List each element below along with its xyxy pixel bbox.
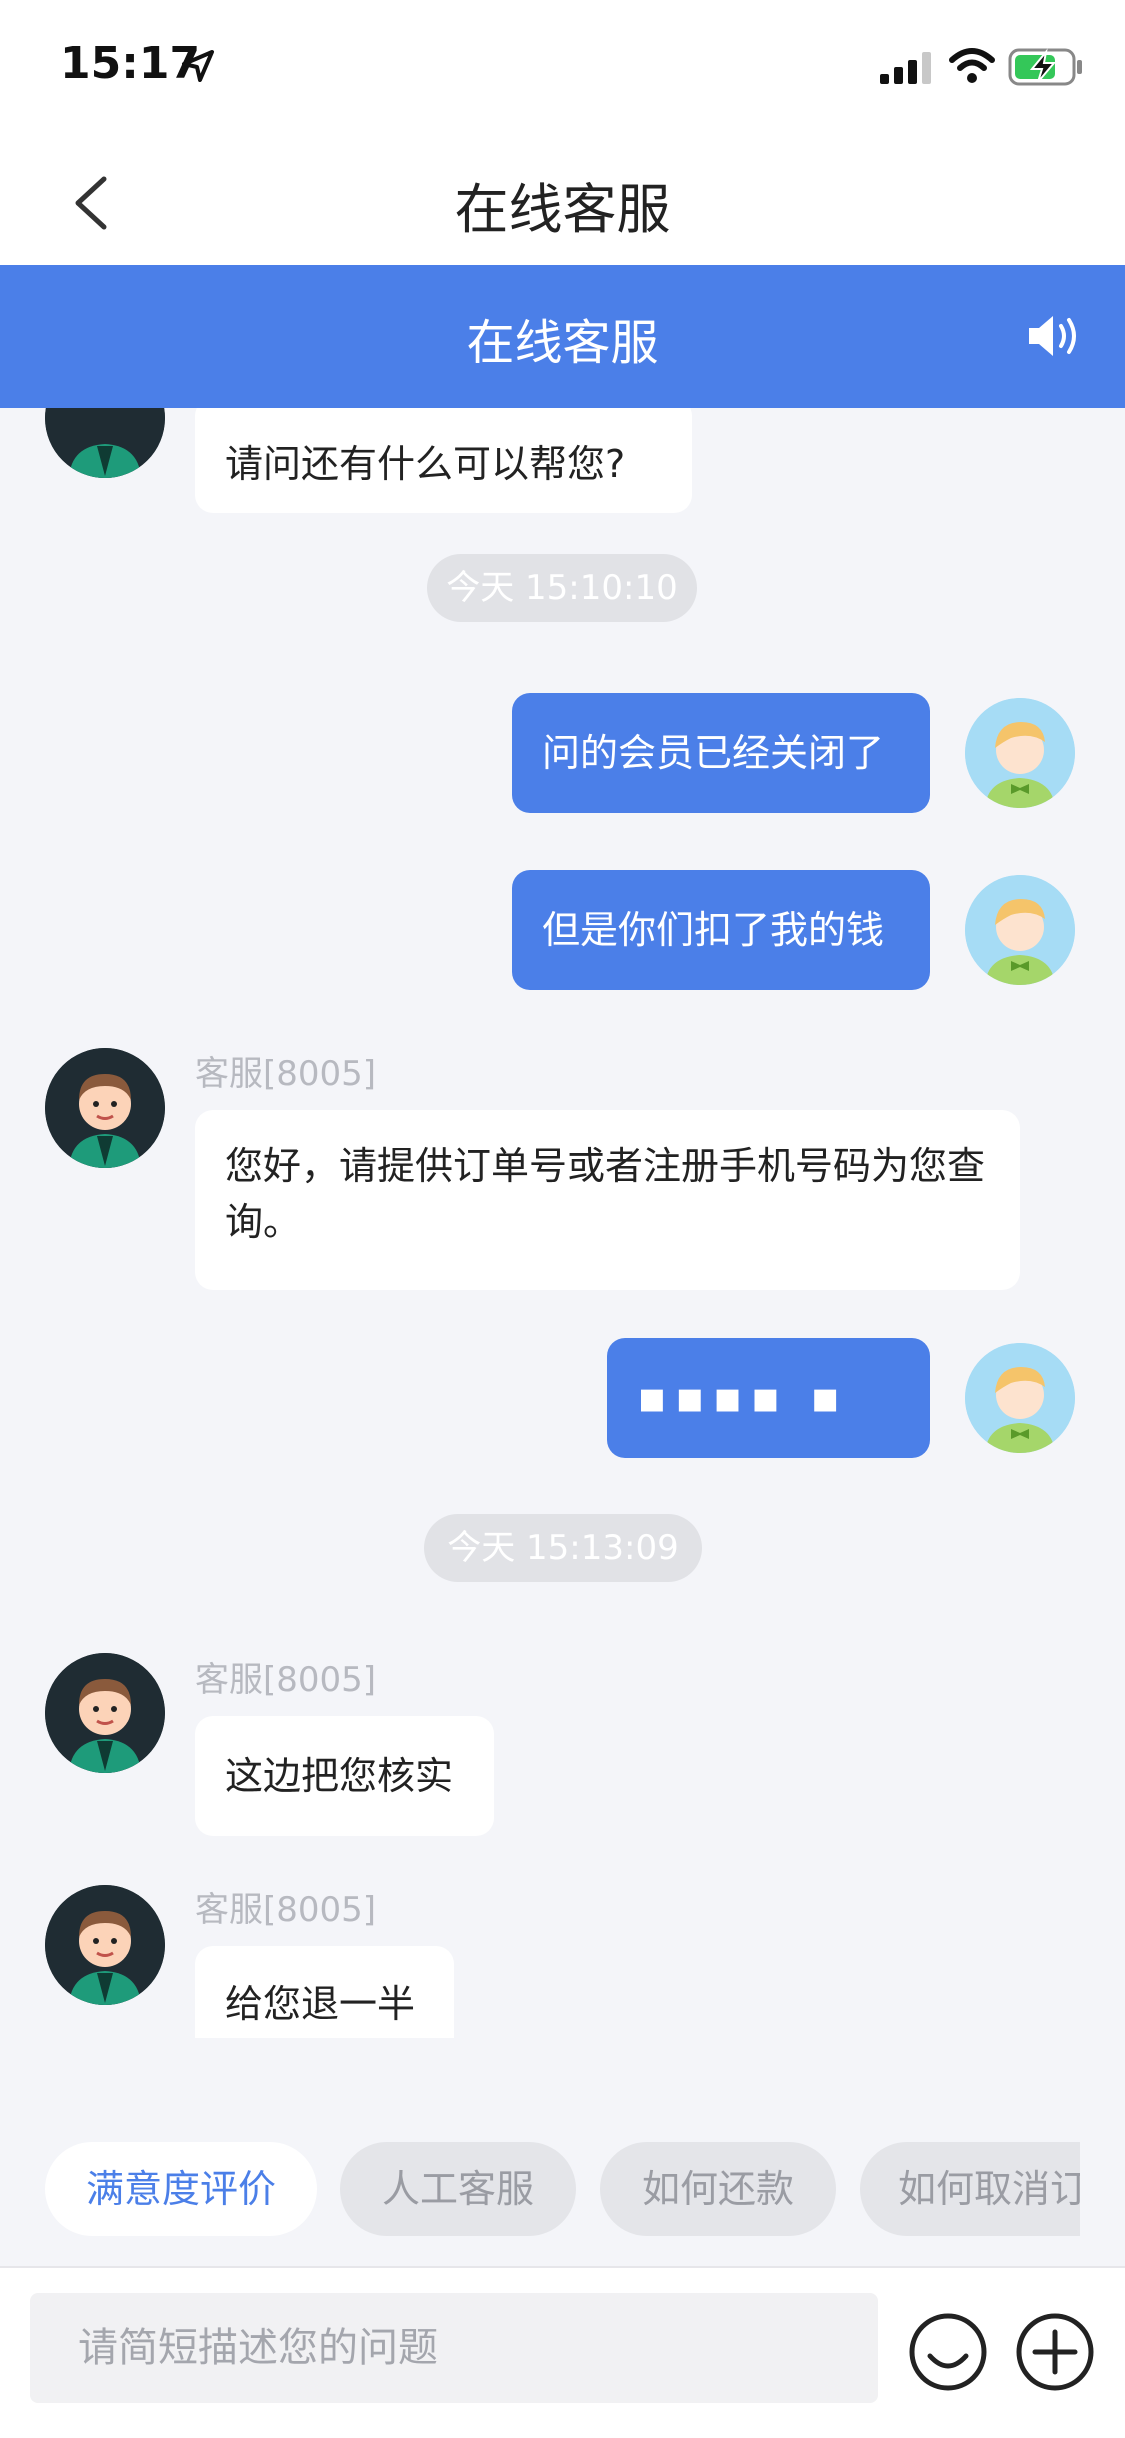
- user-avatar: [965, 698, 1075, 808]
- agent-avatar: [45, 1048, 165, 1168]
- message-bubble-user-redacted: ▪▪▪▪ ▪: [607, 1338, 930, 1458]
- message-bubble-user: 但是你们扣了我的钱: [512, 870, 930, 990]
- chip-how-to-cancel[interactable]: 如何取消订: [860, 2142, 1080, 2236]
- chat-area[interactable]: 请问还有什么可以帮您? 今天 15:10:10 问的会员已经关闭了 但是你们扣了…: [0, 408, 1125, 2038]
- location-arrow-icon: [182, 50, 214, 82]
- nav-bar: 在线客服: [0, 135, 1125, 265]
- battery-charging-icon: [1008, 48, 1082, 86]
- sender-label: 客服[8005]: [195, 1890, 377, 1930]
- quick-reply-bar: 满意度评价 人工客服 如何还款 如何取消订: [0, 2140, 1080, 2240]
- timestamp-pill: 今天 15:10:10: [427, 554, 697, 622]
- speaker-icon[interactable]: [1025, 310, 1081, 362]
- user-avatar: [965, 1343, 1075, 1453]
- message-bubble-agent: 这边把您核实: [195, 1716, 494, 1836]
- timestamp-pill: 今天 15:13:09: [424, 1514, 702, 1582]
- message-bubble-agent: 您好，请提供订单号或者注册手机号码为您查询。: [195, 1110, 1020, 1290]
- agent-avatar: [45, 1885, 165, 2005]
- user-avatar: [965, 875, 1075, 985]
- banner-title: 在线客服: [466, 315, 659, 371]
- plus-icon[interactable]: [1015, 2312, 1095, 2392]
- message-bubble-user: 问的会员已经关闭了: [512, 693, 930, 813]
- agent-avatar: [45, 1653, 165, 1773]
- message-bubble-agent: 给您退一半: [195, 1946, 454, 2038]
- chip-satisfaction-rating[interactable]: 满意度评价: [45, 2142, 317, 2236]
- chip-how-to-repay[interactable]: 如何还款: [600, 2142, 836, 2236]
- message-bubble-agent: 请问还有什么可以帮您?: [195, 408, 692, 513]
- sender-label: 客服[8005]: [195, 1660, 377, 1700]
- cellular-signal-icon: [880, 52, 931, 84]
- sender-label: 客服[8005]: [195, 1054, 377, 1094]
- chip-human-agent[interactable]: 人工客服: [340, 2142, 576, 2236]
- agent-avatar: [45, 408, 165, 478]
- message-input[interactable]: [30, 2293, 878, 2403]
- status-bar: 15:17: [0, 0, 1125, 135]
- service-banner: 在线客服: [0, 265, 1125, 408]
- emoji-icon[interactable]: [908, 2312, 988, 2392]
- page-title: 在线客服: [454, 178, 671, 241]
- wifi-icon: [949, 48, 995, 83]
- input-bar: [0, 2266, 1125, 2438]
